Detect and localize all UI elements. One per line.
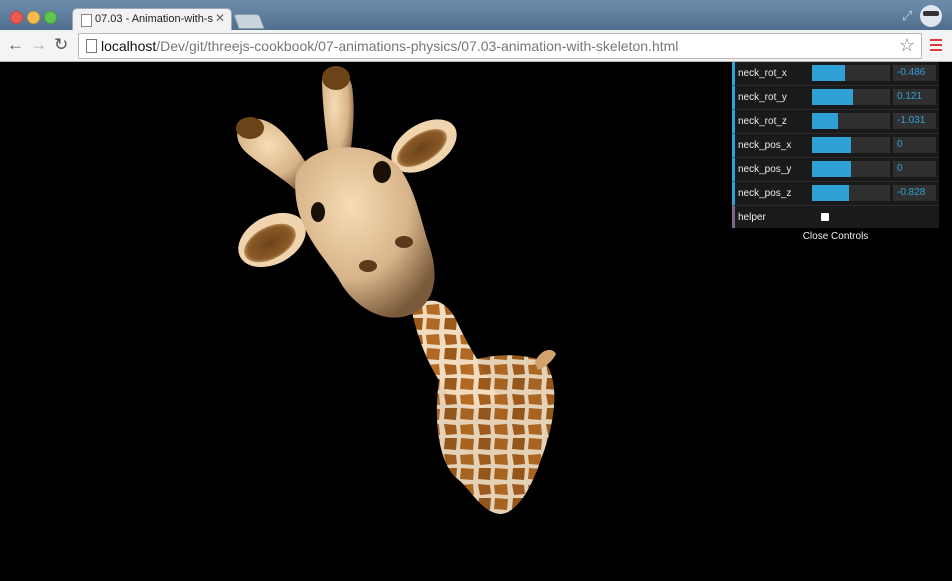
control-label: neck_pos_x: [738, 140, 792, 151]
control-label: neck_pos_z: [738, 188, 792, 199]
tab-close-icon[interactable]: ✕: [215, 11, 225, 25]
new-tab-button[interactable]: [233, 14, 265, 29]
control-row-neck-rot-y: neck_rot_y 0.121: [732, 86, 939, 110]
neck-pos-y-input[interactable]: 0: [893, 161, 936, 177]
helper-checkbox[interactable]: [821, 213, 829, 221]
control-label: helper: [738, 212, 766, 223]
maximize-window-button[interactable]: [44, 11, 57, 24]
profile-icon[interactable]: [920, 5, 942, 27]
control-row-neck-rot-z: neck_rot_z -1.031: [732, 110, 939, 134]
control-row-neck-pos-y: neck_pos_y 0: [732, 158, 939, 182]
control-row-neck-pos-z: neck_pos_z -0.828: [732, 182, 939, 206]
url-text[interactable]: localhost/Dev/git/threejs-cookbook/07-an…: [101, 38, 678, 54]
neck-pos-z-slider[interactable]: [812, 185, 890, 201]
tab-title: 07.03 - Animation-with-sk: [95, 13, 213, 25]
neck-rot-z-slider[interactable]: [812, 113, 890, 129]
control-label: neck_rot_y: [738, 92, 787, 103]
control-label: neck_pos_y: [738, 164, 792, 175]
title-bar: 07.03 - Animation-with-sk ✕ ⤢: [0, 0, 952, 31]
browser-tab[interactable]: 07.03 - Animation-with-sk ✕: [72, 8, 232, 31]
neck-rot-z-input[interactable]: -1.031: [893, 113, 936, 129]
neck-rot-x-slider[interactable]: [812, 65, 890, 81]
menu-icon[interactable]: [930, 39, 942, 51]
star-icon[interactable]: ☆: [899, 35, 915, 56]
minimize-window-button[interactable]: [27, 11, 40, 24]
control-row-neck-rot-x: neck_rot_x -0.486: [732, 62, 939, 86]
neck-rot-x-input[interactable]: -0.486: [893, 65, 936, 81]
neck-pos-x-input[interactable]: 0: [893, 137, 936, 153]
address-bar[interactable]: localhost/Dev/git/threejs-cookbook/07-an…: [78, 33, 922, 59]
browser-toolbar: ← → ↻ localhost/Dev/git/threejs-cookbook…: [0, 30, 952, 62]
reload-icon[interactable]: ↻: [54, 35, 68, 55]
close-controls-button[interactable]: Close Controls: [732, 228, 939, 246]
control-label: neck_rot_z: [738, 116, 787, 127]
back-arrow-icon[interactable]: ←: [7, 35, 24, 55]
controls-panel: neck_rot_x -0.486 neck_rot_y 0.121 neck_…: [732, 62, 939, 230]
neck-rot-y-input[interactable]: 0.121: [893, 89, 936, 105]
url-path: /Dev/git/threejs-cookbook/07-animations-…: [156, 38, 679, 54]
control-row-helper: helper: [732, 206, 939, 230]
neck-pos-y-slider[interactable]: [812, 161, 890, 177]
control-label: neck_rot_x: [738, 68, 787, 79]
document-icon: [81, 14, 92, 27]
control-row-neck-pos-x: neck_pos_x 0: [732, 134, 939, 158]
close-window-button[interactable]: [10, 11, 23, 24]
forward-arrow-icon[interactable]: →: [30, 35, 47, 55]
page-icon: [86, 39, 97, 53]
neck-pos-z-input[interactable]: -0.828: [893, 185, 936, 201]
fullscreen-icon[interactable]: ⤢: [902, 8, 912, 24]
neck-pos-x-slider[interactable]: [812, 137, 890, 153]
neck-rot-y-slider[interactable]: [812, 89, 890, 105]
url-host: localhost: [101, 38, 157, 54]
